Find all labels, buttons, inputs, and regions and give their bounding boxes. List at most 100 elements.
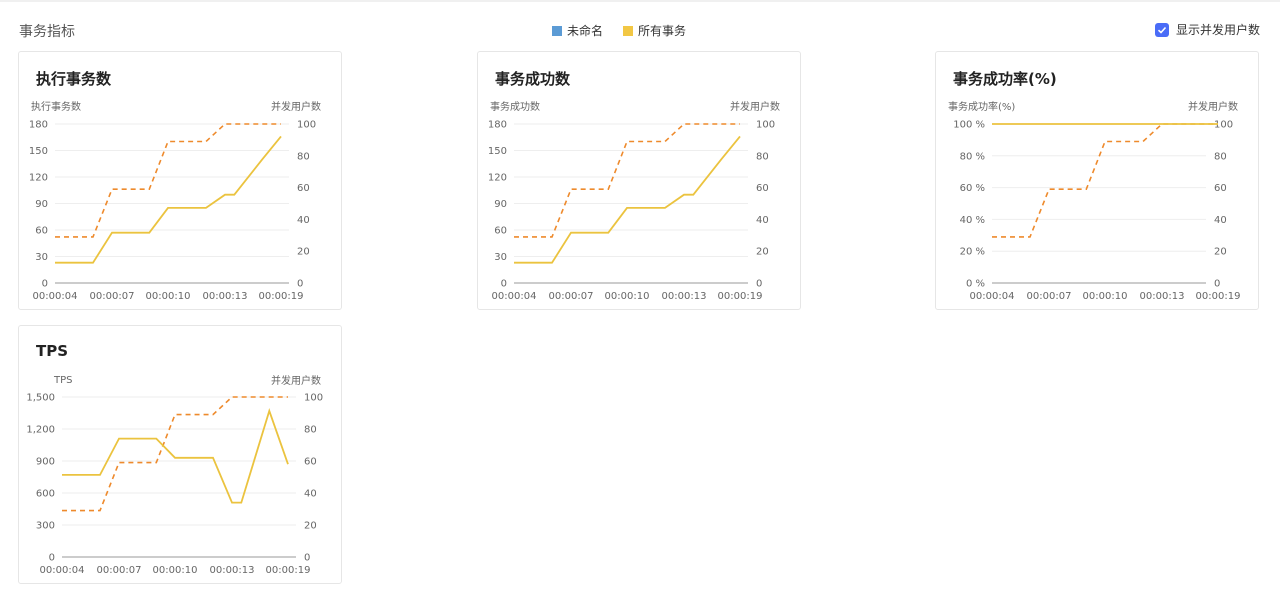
checkbox-checked-icon[interactable] [1154, 22, 1169, 37]
y2-tick-label: 60 [304, 457, 317, 468]
legend-item-unnamed[interactable]: 未命名 [552, 22, 603, 39]
x-tick-label: 00:00:07 [97, 565, 142, 576]
series-line-concurrent-users [62, 396, 288, 512]
series-line-all-transactions [62, 408, 289, 504]
legend-swatch-all-transactions [623, 25, 634, 36]
y-axis-title: 事务成功数 [490, 100, 540, 113]
y2-tick-label: 100 [756, 120, 775, 131]
y-tick-label: 0 [42, 279, 48, 290]
y-tick-label: 80 % [960, 151, 985, 162]
tps-chart: TPS 并发用户数 0 300 600 900 1,200 1,500 0 20 40 60 80 100… [26, 374, 323, 576]
series-line-concurrent-users [992, 123, 1218, 238]
legend-label-unnamed: 未命名 [567, 24, 604, 38]
chart-card-success-rate: 事务成功率(%) 事务成功率(%) 并发用户数 0 % 20 % 40 % 60 % 80 … [935, 51, 1259, 310]
y2-tick-label: 60 [297, 183, 310, 194]
y2-tick-label: 80 [304, 425, 317, 436]
y-tick-label: 100 % [953, 120, 985, 131]
x-tick-label: 00:00:19 [259, 291, 304, 302]
y-tick-label: 1,200 [26, 425, 55, 436]
y-tick-label: 40 % [960, 215, 985, 226]
x-tick-label: 00:00:13 [662, 291, 707, 302]
y-tick-label: 60 [35, 226, 48, 237]
x-tick-label: 00:00:13 [1140, 291, 1185, 302]
y-tick-label: 180 [29, 120, 48, 131]
x-tick-label: 00:00:04 [40, 565, 85, 576]
x-tick-label: 00:00:10 [1083, 291, 1128, 302]
legend: 未命名 所有事务 [552, 22, 686, 39]
chart-card-tps: TPS TPS 并发用户数 0 300 600 900 1,200 1,500 0 20 40 60 8… [18, 325, 342, 584]
successful-transactions-chart: 事务成功数 并发用户数 0 30 60 90 120 150 180 0 20 40 60 80 100 00… [488, 100, 780, 302]
y-tick-label: 300 [36, 521, 55, 532]
y2-axis-title: 并发用户数 [271, 374, 321, 387]
legend-item-all-transactions[interactable]: 所有事务 [623, 22, 686, 39]
transaction-metrics-page: 事务指标 未命名 所有事务 显示并发用户数 执行事务数 执行事务数 并发用户数 0 3… [0, 0, 1280, 594]
success-rate-chart: 事务成功率(%) 并发用户数 0 % 20 % 40 % 60 % 80 % 100 % 0 20… [948, 100, 1241, 302]
y2-tick-label: 80 [297, 151, 310, 162]
y2-axis-title: 并发用户数 [271, 100, 321, 113]
series-line-concurrent-users [514, 123, 740, 238]
y-tick-label: 60 % [960, 183, 985, 194]
y2-axis-title: 并发用户数 [1188, 100, 1238, 113]
x-tick-label: 00:00:13 [203, 291, 248, 302]
y-axis-title: 事务成功率(%) [948, 100, 1015, 113]
y2-tick-label: 40 [1214, 215, 1227, 226]
y-tick-label: 0 % [966, 279, 985, 290]
y2-axis-title: 并发用户数 [730, 100, 780, 113]
x-tick-label: 00:00:10 [146, 291, 191, 302]
top-divider [0, 0, 1280, 2]
x-tick-label: 00:00:10 [153, 565, 198, 576]
y-tick-label: 600 [36, 489, 55, 500]
y-tick-label: 0 [501, 279, 507, 290]
x-tick-label: 00:00:04 [492, 291, 537, 302]
y-axis-title: 执行事务数 [31, 100, 81, 113]
y2-tick-label: 100 [1214, 120, 1233, 131]
y-tick-label: 20 % [960, 247, 985, 258]
y-tick-label: 150 [29, 146, 48, 157]
y2-tick-label: 100 [304, 393, 323, 404]
y-tick-label: 0 [49, 553, 55, 564]
chart-card-executed-transactions: 执行事务数 执行事务数 并发用户数 0 30 60 90 120 150 180 0 20 40 60 8… [18, 51, 342, 310]
y2-tick-label: 80 [756, 151, 769, 162]
x-tick-label: 00:00:04 [33, 291, 78, 302]
y2-tick-label: 60 [1214, 183, 1227, 194]
y-tick-label: 90 [35, 199, 48, 210]
y2-tick-label: 0 [304, 553, 310, 564]
x-tick-label: 00:00:07 [90, 291, 135, 302]
y-tick-label: 30 [35, 252, 48, 263]
chart-card-successful-transactions: 事务成功数 事务成功数 并发用户数 0 30 60 90 120 150 180 0 20 40 60 8… [477, 51, 801, 310]
y-tick-label: 120 [488, 173, 507, 184]
y-tick-label: 150 [488, 146, 507, 157]
y2-tick-label: 0 [297, 279, 303, 290]
y-tick-label: 120 [29, 173, 48, 184]
y2-tick-label: 40 [304, 489, 317, 500]
toggle-label: 显示并发用户数 [1175, 23, 1260, 37]
x-tick-label: 00:00:19 [718, 291, 763, 302]
y2-tick-label: 80 [1214, 151, 1227, 162]
y2-tick-label: 20 [756, 247, 769, 258]
x-tick-label: 00:00:07 [549, 291, 594, 302]
section-title: 事务指标 [19, 24, 75, 40]
legend-swatch-unnamed [552, 25, 562, 36]
y-tick-label: 180 [488, 120, 507, 131]
x-tick-label: 00:00:19 [266, 565, 311, 576]
y2-tick-label: 40 [756, 215, 769, 226]
y-tick-label: 1,500 [26, 393, 55, 404]
x-tick-label: 00:00:19 [1196, 291, 1241, 302]
y2-tick-label: 0 [756, 279, 762, 290]
y2-tick-label: 100 [297, 120, 316, 131]
y-tick-label: 900 [36, 457, 55, 468]
y2-tick-label: 0 [1214, 279, 1220, 290]
show-concurrent-users-toggle[interactable]: 显示并发用户数 [1154, 21, 1260, 38]
series-line-concurrent-users [55, 123, 281, 238]
y2-tick-label: 20 [297, 247, 310, 258]
y-tick-label: 30 [494, 252, 507, 263]
x-tick-label: 00:00:10 [605, 291, 650, 302]
series-line-all-transactions [55, 135, 282, 264]
y-tick-label: 60 [494, 226, 507, 237]
y2-tick-label: 20 [304, 521, 317, 532]
y2-tick-label: 60 [756, 183, 769, 194]
executed-transactions-chart: 执行事务数 并发用户数 0 30 60 90 120 150 180 0 20 40 60 80 100 00… [29, 100, 321, 302]
y2-tick-label: 20 [1214, 247, 1227, 258]
y-axis-title: TPS [53, 375, 73, 386]
y2-tick-label: 40 [297, 215, 310, 226]
